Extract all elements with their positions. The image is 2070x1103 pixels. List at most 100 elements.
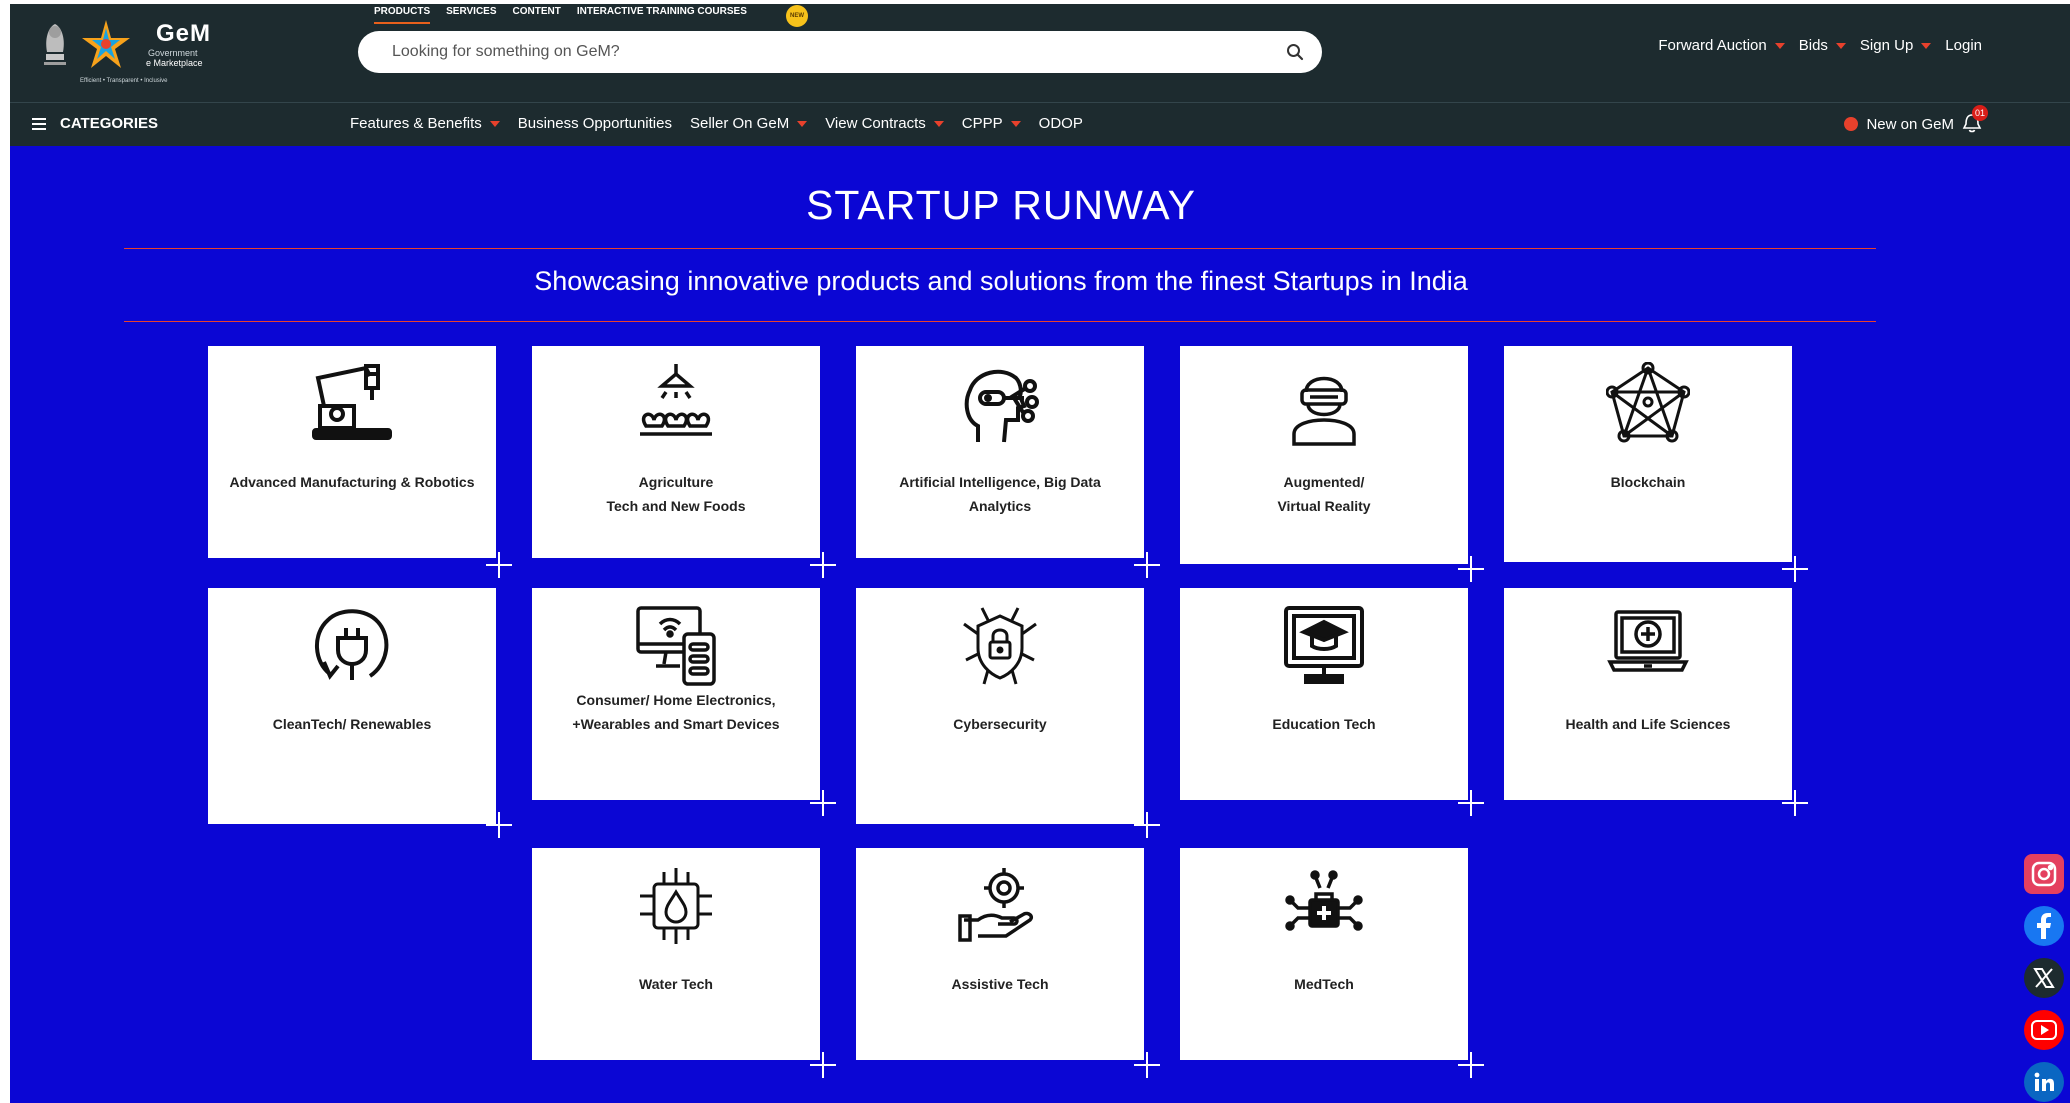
chevron-down-icon (1921, 42, 1932, 49)
facebook-glyph (2037, 913, 2051, 939)
chevron-down-icon (933, 120, 944, 127)
odop-link[interactable]: ODOP (1039, 115, 1083, 132)
business-opportunities-link[interactable]: Business Opportunities (518, 115, 672, 132)
gem-logo[interactable]: GeM Government e Marketplace Efficient •… (38, 16, 218, 92)
plus-marker (486, 552, 512, 578)
card-label: Augmented/ Virtual Reality (1277, 474, 1371, 514)
card-consumer-electronics[interactable]: Consumer/ Home Electronics, +Wearables a… (532, 588, 820, 800)
card-medtech[interactable]: MedTech (1180, 848, 1468, 1060)
shield-lock-icon (963, 607, 1037, 685)
ai-head-icon (964, 369, 1039, 443)
national-emblem-icon (44, 24, 66, 65)
facebook-icon[interactable] (2024, 906, 2064, 946)
startup-runway-section: STARTUP RUNWAY Showcasing innovative pro… (10, 146, 2070, 1103)
card-label: Health and Life Sciences (1565, 716, 1731, 732)
sign-up-menu[interactable]: Sign Up (1860, 37, 1932, 54)
card-label: Agriculture Tech and New Foods (606, 474, 746, 514)
new-on-gem[interactable]: New on GeM 01 (1844, 105, 1988, 135)
plus-marker (1458, 1052, 1484, 1078)
blockchain-icon (1606, 362, 1690, 443)
top-tabs: PRODUCTS SERVICES CONTENT INTERACTIVE TR… (374, 6, 747, 24)
instagram-icon[interactable] (2024, 854, 2064, 894)
smart-devices-icon (636, 606, 716, 686)
card-label: Education Tech (1272, 716, 1376, 732)
forward-auction-label: Forward Auction (1658, 37, 1767, 54)
notification-count-badge: 01 (1972, 105, 1988, 121)
card-label: Blockchain (1610, 474, 1686, 490)
tab-interactive-training-courses[interactable]: INTERACTIVE TRAINING COURSES (577, 6, 747, 24)
card-cleantech-renewables[interactable]: CleanTech/ Renewables (208, 588, 496, 824)
seller-on-gem-label: Seller On GeM (689, 115, 790, 132)
plus-marker (1134, 1052, 1160, 1078)
card-label: Water Tech (639, 976, 713, 992)
card-label: Advanced Manufacturing & Robotics (229, 474, 475, 490)
card-education-tech[interactable]: Education Tech (1180, 588, 1468, 800)
search-bar (358, 31, 1322, 73)
categories-menu[interactable]: CATEGORIES (32, 115, 158, 132)
gem-star-icon (82, 20, 130, 68)
card-health-life-sciences[interactable]: Health and Life Sciences (1504, 588, 1792, 800)
plus-marker (1134, 552, 1160, 578)
plant-light-icon (640, 364, 712, 436)
categories-label: CATEGORIES (60, 115, 159, 132)
card-advanced-manufacturing-robotics[interactable]: Advanced Manufacturing & Robotics (208, 346, 496, 558)
card-agriculture-tech[interactable]: Agriculture Tech and New Foods (532, 346, 820, 558)
linkedin-glyph (2034, 1072, 2054, 1091)
account-nav: Forward Auction Bids Sign Up Login (1658, 37, 1982, 54)
bell-icon[interactable]: 01 (1962, 105, 1988, 135)
main-nav: Features & Benefits Business Opportuniti… (350, 115, 1083, 132)
forward-auction-menu[interactable]: Forward Auction (1658, 37, 1785, 54)
card-label: MedTech (1294, 976, 1354, 992)
card-blockchain[interactable]: Blockchain (1504, 346, 1792, 562)
bids-menu[interactable]: Bids (1799, 37, 1846, 54)
plus-marker (1458, 790, 1484, 816)
water-chip-icon (640, 868, 712, 944)
vr-headset-icon (1292, 376, 1356, 446)
seller-on-gem-menu[interactable]: Seller On GeM (689, 115, 808, 132)
robot-arm-icon (312, 364, 392, 440)
logo-tagline: Efficient • Transparent • Inclusive (80, 78, 168, 84)
view-contracts-menu[interactable]: View Contracts (825, 115, 944, 132)
plus-marker (1782, 790, 1808, 816)
login-link[interactable]: Login (1945, 37, 1982, 54)
card-assistive-tech[interactable]: Assistive Tech (856, 848, 1144, 1060)
plus-marker (810, 790, 836, 816)
x-icon[interactable] (2024, 958, 2064, 998)
card-water-tech[interactable]: Water Tech (532, 848, 820, 1060)
plus-marker (810, 1052, 836, 1078)
tab-services[interactable]: SERVICES (446, 6, 496, 24)
laptop-health-icon (1607, 610, 1689, 672)
main-menubar: CATEGORIES Features & Benefits Business … (10, 102, 2070, 146)
medical-kit-icon (1285, 870, 1363, 931)
page-title: STARTUP RUNWAY (806, 182, 1196, 228)
view-contracts-label: View Contracts (825, 115, 926, 132)
card-label: Assistive Tech (951, 976, 1049, 992)
card-cybersecurity[interactable]: Cybersecurity (856, 588, 1144, 824)
hand-gear-icon (958, 868, 1034, 942)
search-icon[interactable] (1286, 43, 1304, 61)
new-dot-icon (1844, 117, 1859, 131)
chevron-down-icon (489, 120, 500, 127)
logo-subtitle-1: Government (148, 48, 198, 58)
chevron-down-icon (1774, 42, 1785, 49)
card-ai-big-data[interactable]: Artificial Intelligence, Big Data Analyt… (856, 346, 1144, 558)
tab-products[interactable]: PRODUCTS (374, 6, 431, 24)
monitor-graduation-icon (1284, 606, 1364, 684)
tab-content[interactable]: CONTENT (513, 6, 561, 24)
cppp-menu[interactable]: CPPP (962, 115, 1021, 132)
features-benefits-label: Features & Benefits (350, 115, 482, 132)
plus-marker (486, 812, 512, 838)
new-badge: NEW (786, 5, 808, 27)
search-input[interactable] (392, 31, 1252, 73)
logo-title: GeM (156, 20, 212, 47)
card-label: Artificial Intelligence, Big Data Analyt… (899, 474, 1101, 514)
chevron-down-icon (1835, 42, 1846, 49)
card-ar-vr[interactable]: Augmented/ Virtual Reality (1180, 346, 1468, 564)
divider-bottom (124, 321, 1876, 322)
bids-label: Bids (1798, 37, 1828, 54)
youtube-icon[interactable] (2024, 1010, 2064, 1050)
plus-marker (810, 552, 836, 578)
linkedin-icon[interactable] (2024, 1062, 2064, 1102)
features-benefits-menu[interactable]: Features & Benefits (350, 115, 500, 132)
plus-marker (1458, 556, 1484, 582)
